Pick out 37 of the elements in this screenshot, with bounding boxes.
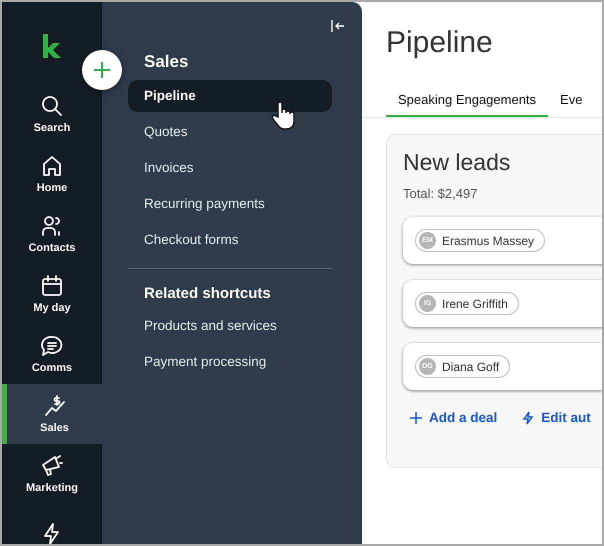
nav-item[interactable]: Payment processing <box>128 346 332 378</box>
plus-icon <box>92 60 112 80</box>
tab[interactable]: Eve <box>548 86 594 117</box>
plus-icon <box>409 410 423 424</box>
action-link[interactable]: Add a deal <box>409 410 498 425</box>
search-icon <box>40 94 64 118</box>
hand-cursor-icon <box>270 101 296 131</box>
home-icon <box>40 154 64 178</box>
nav-item[interactable]: Recurring payments <box>128 188 332 220</box>
rail-item[interactable]: Marketing <box>2 444 102 504</box>
nav-item[interactable]: Quotes <box>128 116 332 148</box>
nav-item[interactable]: Checkout forms <box>128 224 332 256</box>
megaphone-icon <box>40 454 64 478</box>
nav-item[interactable]: Products and services <box>128 310 332 342</box>
rail-item[interactable]: My day <box>2 264 102 324</box>
nav-item[interactable]: Pipeline <box>128 80 332 112</box>
action-link[interactable]: Edit aut <box>521 410 591 425</box>
contact-name: Irene Griffith <box>442 296 508 310</box>
rail-item[interactable]: Home <box>2 144 102 204</box>
collapse-icon[interactable] <box>331 19 345 33</box>
sales-icon <box>42 394 66 418</box>
rail-item[interactable]: Search <box>2 84 102 144</box>
contact-name: Erasmus Massey <box>442 234 534 248</box>
rail-item[interactable]: Sales <box>2 384 102 444</box>
bolt-icon <box>521 410 536 424</box>
calendar-icon <box>40 274 64 298</box>
chat-icon <box>40 334 64 358</box>
section-title: Related shortcuts <box>144 285 272 302</box>
stage-title: New leads <box>403 149 512 176</box>
tab[interactable]: Speaking Engagements <box>386 86 548 117</box>
stage-total: Total: $2,497 <box>403 186 478 201</box>
nav-item[interactable]: Invoices <box>128 152 332 184</box>
rail-item[interactable]: Contacts <box>2 204 102 264</box>
rail-item[interactable]: Comms <box>2 324 102 384</box>
page-title: Pipeline <box>386 26 494 61</box>
contact-name: Diana Goff <box>442 360 500 374</box>
section-title: Sales <box>144 52 190 72</box>
